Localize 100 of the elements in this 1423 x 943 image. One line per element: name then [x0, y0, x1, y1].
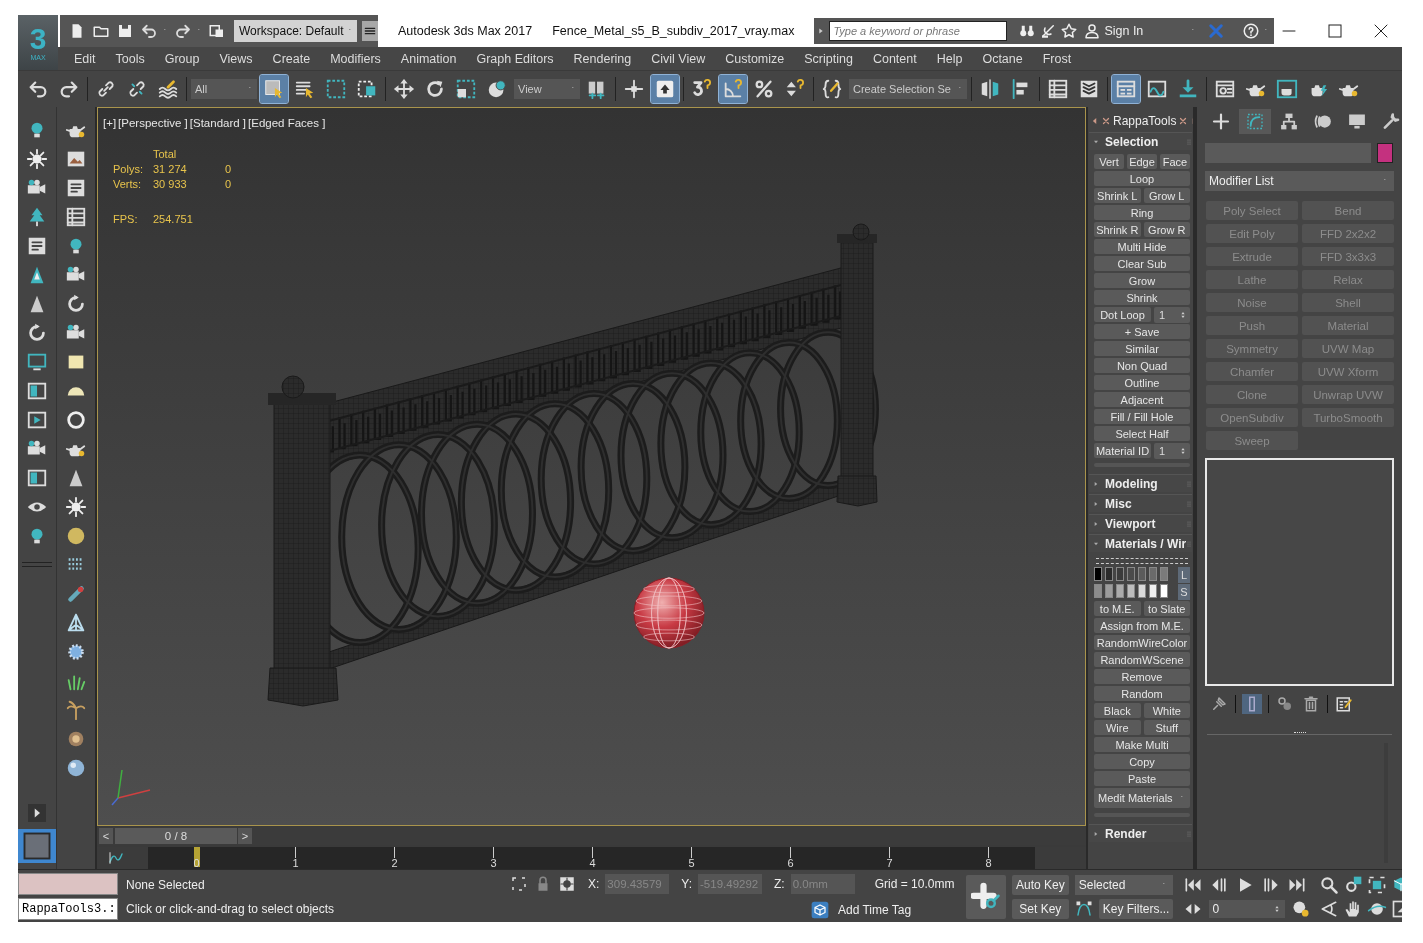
tool-button[interactable]: RandomWireColor	[1094, 635, 1190, 650]
menu-icon[interactable]	[362, 21, 378, 41]
menu-item[interactable]: Help	[936, 51, 963, 66]
tool-button[interactable]: Shrink R	[1094, 222, 1141, 237]
star-icon[interactable]	[1060, 22, 1079, 40]
toolbar-dropdown[interactable]: View	[514, 79, 580, 99]
viewport-layout-icon[interactable]	[18, 829, 56, 863]
tool-button[interactable]: Fill / Fill Hole	[1094, 409, 1190, 424]
configure-icon[interactable]	[1334, 694, 1354, 714]
tool-button[interactable]: Grow	[1094, 273, 1190, 288]
toolbar-dropdown[interactable]: All	[191, 79, 257, 99]
viewport-label[interactable]: [Standard ]	[189, 117, 247, 129]
set-key-button[interactable]: Set Key	[1012, 898, 1069, 919]
project-folder-icon[interactable]	[208, 22, 226, 40]
viewport-label[interactable]: [+]	[103, 117, 117, 129]
color-swatch[interactable]	[1105, 567, 1113, 581]
gear-icon[interactable]	[65, 641, 87, 663]
sign-in-button[interactable]: Sign In	[1083, 22, 1188, 40]
isolate-icon[interactable]	[510, 874, 528, 893]
color-swatch[interactable]	[1094, 567, 1102, 581]
search-field[interactable]: Type a keyword or phrase	[829, 21, 1008, 41]
tool-button[interactable]: Shrink L	[1094, 188, 1141, 203]
tool-button[interactable]: Clear Sub	[1094, 256, 1190, 271]
color-swatch[interactable]	[1116, 567, 1124, 581]
workspace-dropdown[interactable]: Workspace: Default	[234, 20, 357, 42]
tool-button[interactable]: Non Quad	[1094, 358, 1190, 373]
sun-icon[interactable]	[26, 148, 48, 170]
rollout-header[interactable]: Viewport	[1089, 514, 1192, 532]
tool-button[interactable]: Stuff	[1143, 720, 1190, 735]
tool-button[interactable]: Grow R	[1143, 222, 1190, 237]
menu-item[interactable]: Tools	[115, 51, 145, 66]
help-icon[interactable]	[1242, 22, 1261, 40]
sphere-icon[interactable]	[65, 525, 87, 547]
ring-icon[interactable]	[65, 409, 87, 431]
tool-button[interactable]: Material ID	[1094, 443, 1151, 458]
redo-icon[interactable]	[174, 22, 192, 40]
color-swatch[interactable]	[1127, 584, 1135, 598]
tool-button[interactable]: Face	[1160, 154, 1190, 169]
tool-button[interactable]: Random	[1094, 686, 1190, 701]
x-icon[interactable]	[1178, 115, 1189, 127]
pyramid-icon[interactable]	[65, 612, 87, 634]
x-icon[interactable]	[1101, 115, 1111, 127]
menu-item[interactable]: Rendering	[573, 51, 632, 66]
menu-item[interactable]: Views	[219, 51, 253, 66]
listener-output-field[interactable]	[18, 873, 118, 895]
current-frame-field[interactable]: 0	[1209, 899, 1286, 918]
menu-item[interactable]: Scripting	[804, 51, 853, 66]
tool-button[interactable]: Outline	[1094, 375, 1190, 390]
sun-icon[interactable]	[65, 496, 87, 518]
menu-item[interactable]: Content	[872, 51, 917, 66]
modifier-list-dropdown[interactable]: Modifier List	[1205, 171, 1394, 191]
table-icon[interactable]	[65, 206, 87, 228]
key-filters-button[interactable]: Key Filters...	[1098, 898, 1174, 919]
tool-button[interactable]: Similar	[1094, 341, 1190, 356]
rollout-header[interactable]: Modeling	[1089, 474, 1192, 492]
color-swatch[interactable]	[1094, 584, 1102, 598]
tool-button[interactable]: Black	[1094, 703, 1141, 718]
spinner-field[interactable]: 1	[1154, 307, 1190, 323]
zoom-icon[interactable]	[1319, 874, 1340, 895]
tool-button[interactable]: Multi Hide	[1094, 239, 1190, 254]
viewport-label[interactable]: [Perspective ]	[118, 117, 188, 129]
color-swatch[interactable]	[1116, 584, 1124, 598]
zoom-extents-icon[interactable]	[1367, 874, 1388, 895]
menu-item[interactable]: Create	[272, 51, 311, 66]
sphere-icon[interactable]	[65, 757, 87, 779]
tool-button[interactable]: Copy	[1094, 754, 1190, 769]
trash-icon[interactable]	[1301, 694, 1321, 714]
tool-button[interactable]: Grow L	[1143, 188, 1190, 203]
window-icon[interactable]	[26, 467, 48, 489]
color-swatch[interactable]	[1149, 567, 1157, 581]
toolbar-dropdown[interactable]: Create Selection Se	[849, 79, 967, 99]
text-panel-icon[interactable]	[65, 177, 87, 199]
circle-arrow-icon[interactable]	[26, 322, 48, 344]
tool-button[interactable]: RandomWScene	[1094, 652, 1190, 667]
resize-handle[interactable]	[1293, 732, 1306, 736]
color-swatch[interactable]	[1105, 584, 1113, 598]
end-result-icon[interactable]	[1242, 694, 1262, 714]
monitor-icon[interactable]	[26, 351, 48, 373]
viewport-label[interactable]: [Edged Faces ]	[248, 117, 326, 129]
add-time-tag-button[interactable]: Add Time Tag	[810, 899, 912, 920]
angle-snap-icon[interactable]	[719, 75, 747, 103]
color-swatch[interactable]	[1138, 584, 1146, 598]
materials-dropdown[interactable]: Medit Materials	[1094, 788, 1190, 808]
listener-input-field[interactable]: RappaTools3.:	[18, 898, 118, 920]
menu-item[interactable]: Graph Editors	[476, 51, 554, 66]
spinner-field[interactable]: 1	[1154, 443, 1190, 459]
palm-icon[interactable]	[65, 699, 87, 721]
viewport[interactable]: [+] [Perspective ] [Standard ] [Edged Faces ] Total Polys: 31 274 0 Verts: 30 933 0 FPS: 254.751	[97, 107, 1086, 826]
tool-button[interactable]: S	[1178, 584, 1190, 600]
set-keys-button[interactable]	[966, 874, 1006, 919]
menu-item[interactable]: Civil View	[651, 51, 706, 66]
current-frame-marker[interactable]	[193, 846, 200, 867]
tool-button[interactable]: Dot Loop	[1094, 307, 1151, 322]
color-swatch[interactable]	[1160, 584, 1168, 598]
previous-frame-button[interactable]: <	[99, 827, 113, 844]
menu-item[interactable]: Frost	[1042, 51, 1072, 66]
menu-item[interactable]: Edit	[74, 51, 96, 66]
capsule-icon[interactable]	[65, 583, 87, 605]
tool-button[interactable]: Vert	[1094, 154, 1124, 169]
auto-key-button[interactable]: Auto Key	[1012, 874, 1069, 895]
